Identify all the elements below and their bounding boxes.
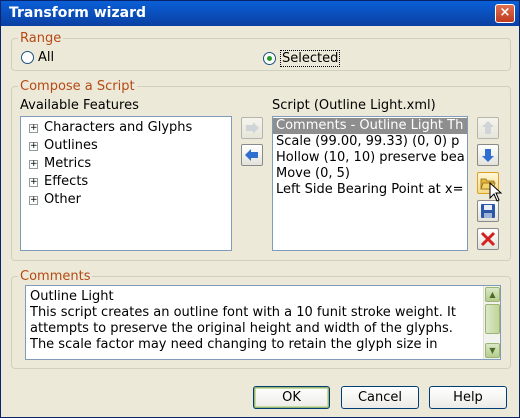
scroll-down-icon[interactable]: ▼	[485, 343, 500, 358]
script-list[interactable]: Comments - Outline Light Th Scale (99.00…	[272, 116, 468, 251]
script-item[interactable]: Hollow (10, 10) preserve bea	[273, 150, 467, 166]
ok-button[interactable]: OK	[253, 386, 330, 409]
window-title: Transform wizard	[9, 5, 146, 21]
expand-icon[interactable]: +	[29, 196, 38, 205]
move-up-button[interactable]	[477, 117, 499, 139]
range-group: Range	[11, 31, 511, 71]
comments-legend: Comments	[20, 269, 91, 284]
radio-all-icon	[21, 51, 34, 64]
script-item[interactable]: Left Side Bearing Point at x=	[273, 182, 467, 198]
transform-wizard-window: Transform wizard × Range All Selected Co…	[0, 0, 520, 418]
range-all-label: All	[38, 50, 55, 65]
comment-line: attempts to preserve the original height…	[30, 321, 453, 336]
script-item[interactable]: Comments - Outline Light Th	[273, 118, 467, 134]
comments-scrollbar[interactable]: ▲ ▼	[483, 286, 500, 359]
comment-line: The scale factor may need changing to re…	[30, 337, 438, 352]
range-selected-radio[interactable]: Selected	[263, 50, 341, 67]
script-item[interactable]: Move (0, 5)	[273, 166, 467, 182]
features-tree[interactable]: + Characters and Glyphs + Outlines + Metric…	[20, 116, 232, 251]
title-bar[interactable]: Transform wizard ×	[1, 1, 519, 26]
compose-legend: Compose a Script	[20, 79, 135, 94]
tree-item-other[interactable]: + Other	[21, 191, 231, 209]
expand-icon[interactable]: +	[29, 142, 38, 151]
comment-line: This script creates an outline font with…	[30, 305, 456, 320]
arrow-down-icon	[482, 149, 494, 162]
range-legend: Range	[20, 31, 62, 46]
arrow-left-icon	[245, 149, 258, 161]
tree-item-label: Metrics	[44, 156, 92, 171]
range-all-radio[interactable]: All	[21, 50, 54, 65]
scroll-thumb[interactable]	[485, 304, 500, 334]
save-script-button[interactable]	[477, 200, 499, 222]
remove-step-button[interactable]	[241, 144, 263, 166]
arrow-up-icon	[482, 121, 494, 134]
red-x-icon	[480, 231, 496, 247]
add-step-button[interactable]	[241, 117, 263, 139]
mouse-pointer-icon	[489, 182, 503, 202]
tree-item-metrics[interactable]: + Metrics	[21, 155, 231, 173]
floppy-disk-icon	[481, 204, 495, 218]
cancel-button[interactable]: Cancel	[341, 386, 419, 409]
script-label: Script (Outline Light.xml)	[272, 98, 436, 113]
tree-item-label: Outlines	[44, 138, 98, 153]
script-item[interactable]: Scale (99.00, 99.33) (0, 0) p	[273, 134, 467, 150]
tree-item-outlines[interactable]: + Outlines	[21, 137, 231, 155]
expand-icon[interactable]: +	[29, 160, 38, 169]
delete-step-button[interactable]	[477, 228, 499, 250]
tree-item-label: Other	[44, 192, 81, 207]
move-down-button[interactable]	[477, 144, 499, 166]
range-selected-label: Selected	[280, 50, 341, 67]
close-icon[interactable]: ×	[495, 4, 515, 23]
tree-item-label: Effects	[44, 174, 89, 189]
tree-item-effects[interactable]: + Effects	[21, 173, 231, 191]
arrow-right-icon	[246, 122, 259, 134]
tree-item-characters-and-glyphs[interactable]: + Characters and Glyphs	[21, 119, 231, 137]
comment-line: Outline Light	[30, 289, 114, 304]
expand-icon[interactable]: +	[29, 178, 38, 187]
tree-item-label: Characters and Glyphs	[44, 120, 193, 135]
available-features-label: Available Features	[20, 98, 139, 113]
scroll-up-icon[interactable]: ▲	[485, 287, 500, 302]
comments-textarea[interactable]: Outline Light This script creates an out…	[25, 285, 501, 360]
expand-icon[interactable]: +	[29, 124, 38, 133]
help-button[interactable]: Help	[429, 386, 507, 409]
radio-selected-icon	[263, 52, 276, 65]
